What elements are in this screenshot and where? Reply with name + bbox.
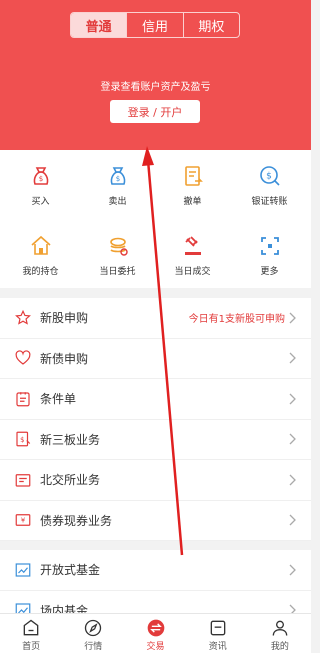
chevron-right-icon [289, 393, 296, 405]
star-icon [15, 309, 31, 325]
list-item-neeq[interactable]: $ 新三板业务 [0, 420, 311, 460]
chevron-right-icon [289, 352, 296, 364]
login-button[interactable]: 登录 / 开户 [110, 100, 200, 123]
fund-icon [15, 563, 31, 577]
grid-item-more[interactable]: 更多 [232, 234, 307, 284]
segment-credit[interactable]: 信用 [126, 13, 182, 37]
svg-text:$: $ [20, 436, 24, 444]
svg-text:¥: ¥ [21, 517, 26, 525]
cancel-order-icon [184, 166, 203, 186]
list-item-open-fund[interactable]: 开放式基金 [0, 550, 311, 591]
list-item-bond-spot[interactable]: ¥ 债券现券业务 [0, 501, 311, 541]
grid-item-today-orders[interactable]: 当日委托 [80, 234, 155, 284]
business-list: 新股申购 今日有1支新股可申购 新债申购 条件单 $ 新三板业务 北交所业务 ¥… [0, 298, 311, 541]
market-icon [85, 619, 102, 637]
sell-icon: $ [110, 167, 125, 185]
svg-text:$: $ [115, 175, 119, 183]
condition-icon [16, 392, 30, 407]
account-type-switch: 普通 信用 期权 [70, 12, 240, 38]
today-orders-icon [109, 237, 128, 256]
neeq-icon: $ [16, 431, 31, 447]
profile-icon [272, 620, 288, 636]
today-trades-icon [184, 236, 201, 255]
chevron-right-icon [289, 474, 296, 486]
list-item-bse[interactable]: 北交所业务 [0, 460, 311, 501]
grid-item-bank-transfer[interactable]: $ 银证转账 [232, 164, 307, 214]
segment-normal[interactable]: 普通 [71, 13, 127, 37]
grid-item-today-trades[interactable]: 当日成交 [155, 234, 230, 284]
tab-trade[interactable]: 交易 [124, 614, 186, 653]
chevron-right-icon [289, 514, 296, 526]
buy-icon: $ [33, 167, 48, 185]
segment-options[interactable]: 期权 [182, 13, 239, 37]
tab-market[interactable]: 行情 [62, 614, 124, 653]
trade-header: 普通 信用 期权 登录查看账户资产及盈亏 登录 / 开户 [0, 0, 311, 150]
list-item-bond-subscribe[interactable]: 新债申购 [0, 339, 311, 379]
tab-profile[interactable]: 我的 [249, 614, 311, 653]
tab-home[interactable]: 首页 [0, 614, 62, 653]
bottom-tab-bar: 首页 行情 交易 资讯 我的 [0, 613, 311, 653]
more-icon [260, 237, 279, 255]
svg-text:$: $ [266, 172, 272, 182]
grid-item-buy[interactable]: $ 买入 [3, 164, 78, 214]
holdings-icon [30, 235, 51, 255]
news-icon [210, 620, 226, 636]
grid-item-sell[interactable]: $ 卖出 [80, 164, 155, 214]
grid-item-cancel[interactable]: 撤单 [155, 164, 230, 214]
chevron-right-icon [289, 433, 296, 445]
tab-news[interactable]: 资讯 [187, 614, 249, 653]
trade-icon [147, 619, 164, 637]
svg-text:$: $ [38, 175, 42, 183]
home-icon [23, 619, 39, 636]
login-tip: 登录查看账户资产及盈亏 [100, 82, 211, 93]
bond-icon: ¥ [15, 514, 31, 527]
chevron-right-icon [289, 312, 296, 324]
list-item-ipo-subscribe[interactable]: 新股申购 今日有1支新股可申购 [0, 298, 311, 339]
grid-item-holdings[interactable]: 我的持仓 [3, 234, 78, 284]
bse-icon [15, 473, 31, 487]
chevron-right-icon [289, 564, 296, 576]
heart-icon [15, 350, 31, 365]
list-item-condition-order[interactable]: 条件单 [0, 379, 311, 420]
bank-transfer-icon: $ [259, 166, 280, 186]
quick-actions-grid: $ 买入 $ 卖出 撤单 $ 银证转账 我的持仓 当日委托 当日成交 更多 [0, 150, 311, 288]
ipo-hint: 今日有1支新股可申购 [188, 314, 285, 326]
